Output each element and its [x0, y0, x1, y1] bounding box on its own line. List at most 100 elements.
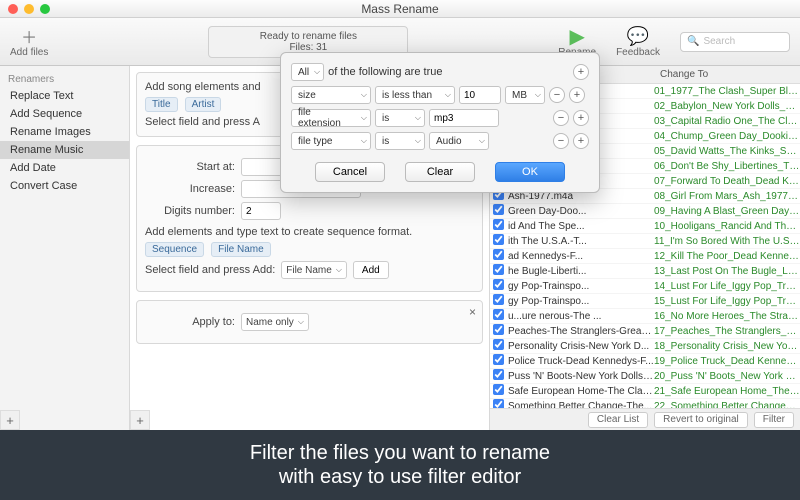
row-changeto: 20_Puss 'N' Boots_New York Dolls_Rock N …	[654, 371, 800, 382]
sidebar-item[interactable]: Convert Case	[0, 177, 129, 195]
apply-select[interactable]: Name only	[241, 313, 309, 331]
search-placeholder: Search	[703, 36, 735, 47]
sidebar-item[interactable]: Add Sequence	[0, 105, 129, 123]
digits-input[interactable]	[241, 202, 281, 220]
cancel-button[interactable]: Cancel	[315, 162, 385, 182]
table-row[interactable]: Green Day-Doo...09_Having A Blast_Green …	[490, 204, 800, 219]
sidebar-item[interactable]: Add Date	[0, 159, 129, 177]
tag-sequence[interactable]: Sequence	[145, 242, 204, 257]
rule-value[interactable]	[429, 109, 499, 127]
row-checkbox[interactable]	[493, 249, 504, 260]
row-changeto: 03_Capital Radio One_The Clash_Black Mar…	[654, 116, 800, 127]
row-original: Personality Crisis-New York D...	[508, 341, 654, 352]
row-checkbox[interactable]	[493, 369, 504, 380]
table-row[interactable]: he Bugle-Liberti...13_Last Post On The B…	[490, 264, 800, 279]
add-rule-icon[interactable]: +	[573, 64, 589, 80]
row-checkbox[interactable]	[493, 339, 504, 350]
row-original: gy Pop-Trainspo...	[508, 281, 654, 292]
table-row[interactable]: ith The U.S.A.-T...11_I'm So Bored With …	[490, 234, 800, 249]
row-changeto: 07_Forward To Death_Dead Kennedys_Fresh …	[654, 176, 800, 187]
rule-value-select[interactable]: Audio	[429, 132, 489, 150]
clear-list-button[interactable]: Clear List	[588, 412, 648, 428]
row-changeto: 08_Girl From Mars_Ash_1977.m4a	[654, 191, 800, 202]
row-original: Peaches-The Stranglers-Greate...	[508, 326, 654, 337]
row-checkbox[interactable]	[493, 294, 504, 305]
sidebar-header: Renamers	[0, 72, 129, 87]
ok-button[interactable]: OK	[495, 162, 565, 182]
feedback-button[interactable]: 💬 Feedback	[616, 25, 660, 58]
add-rule-icon[interactable]: +	[569, 87, 585, 103]
add-rule-icon[interactable]: +	[573, 110, 589, 126]
row-changeto: 19_Police Truck_Dead Kennedys_Fresh Frui…	[654, 356, 800, 367]
table-row[interactable]: Personality Crisis-New York D...18_Perso…	[490, 339, 800, 354]
match-select[interactable]: All	[291, 63, 324, 81]
table-row[interactable]: ad Kennedys-F...12_Kill The Poor_Dead Ke…	[490, 249, 800, 264]
match-text: of the following are true	[328, 66, 569, 78]
caption-line1: Filter the files you want to rename	[250, 441, 550, 465]
search-input[interactable]: 🔍 Search	[680, 32, 790, 52]
row-changeto: 05_David Watts_The Kinks_Something Else …	[654, 146, 800, 157]
row-changeto: 21_Safe European Home_The Clash_Give 'Em…	[654, 386, 800, 397]
label-start: Start at:	[145, 161, 235, 173]
remove-rule-icon[interactable]: −	[553, 110, 569, 126]
row-checkbox[interactable]	[493, 354, 504, 365]
row-checkbox[interactable]	[493, 234, 504, 245]
row-original: id And The Spe...	[508, 221, 654, 232]
rule-field[interactable]: file type	[291, 132, 371, 150]
row-checkbox[interactable]	[493, 324, 504, 335]
rule-field[interactable]: size	[291, 86, 371, 104]
tag-title[interactable]: Title	[145, 97, 178, 112]
row-original: Puss 'N' Boots-New York Dolls-...	[508, 371, 654, 382]
row-checkbox[interactable]	[493, 384, 504, 395]
row-changeto: 04_Chump_Green Day_Dookie.m4a	[654, 131, 800, 142]
close-icon[interactable]: ×	[469, 305, 476, 319]
row-checkbox[interactable]	[493, 279, 504, 290]
row-checkbox[interactable]	[493, 264, 504, 275]
sidebar-item[interactable]: Rename Music	[0, 141, 129, 159]
rule-op[interactable]: is	[375, 109, 425, 127]
add-rule-icon[interactable]: +	[573, 133, 589, 149]
rule-op[interactable]: is less than	[375, 86, 455, 104]
row-checkbox[interactable]	[493, 219, 504, 230]
rule-unit[interactable]: MB	[505, 86, 545, 104]
filter-button[interactable]: Filter	[754, 412, 794, 428]
row-changeto: 14_Lust For Life_Iggy Pop_Trainspotting.…	[654, 281, 800, 292]
clear-button[interactable]: Clear	[405, 162, 475, 182]
sidebar-item[interactable]: Replace Text	[0, 87, 129, 105]
row-changeto: 09_Having A Blast_Green Day_Dookie.m4a	[654, 206, 800, 217]
panel-case: × Apply to: Name only	[136, 300, 483, 344]
table-row[interactable]: Safe European Home-The Clas...21_Safe Eu…	[490, 384, 800, 399]
row-original: ith The U.S.A.-T...	[508, 236, 654, 247]
table-row[interactable]: gy Pop-Trainspo...14_Lust For Life_Iggy …	[490, 279, 800, 294]
row-checkbox[interactable]	[493, 204, 504, 215]
titlebar: Mass Rename	[0, 0, 800, 18]
remove-rule-icon[interactable]: −	[553, 133, 569, 149]
sidebar-item[interactable]: Rename Images	[0, 123, 129, 141]
table-row[interactable]: gy Pop-Trainspo...15_Lust For Life_Iggy …	[490, 294, 800, 309]
table-row[interactable]: u...ure nerous-The ...16_No More Heroes_…	[490, 309, 800, 324]
play-icon: ▶	[566, 25, 588, 47]
add-panel-button[interactable]: +	[130, 410, 150, 430]
remove-rule-icon[interactable]: −	[549, 87, 565, 103]
table-row[interactable]: Puss 'N' Boots-New York Dolls-...20_Puss…	[490, 369, 800, 384]
row-checkbox[interactable]	[493, 309, 504, 320]
row-changeto: 11_I'm So Bored With The U.S.A._The Clas…	[654, 236, 800, 247]
rule-op[interactable]: is	[375, 132, 425, 150]
table-row[interactable]: id And The Spe...10_Hooligans_Rancid And…	[490, 219, 800, 234]
tag-artist[interactable]: Artist	[185, 97, 222, 112]
table-row[interactable]: Peaches-The Stranglers-Greate...17_Peach…	[490, 324, 800, 339]
add-files-button[interactable]: ＋ Add files	[10, 25, 48, 58]
revert-button[interactable]: Revert to original	[654, 412, 748, 428]
add-button[interactable]: Add	[353, 261, 389, 279]
rule-field[interactable]: file extension	[291, 109, 371, 127]
caption-line2: with easy to use filter editor	[279, 465, 521, 489]
field-select[interactable]: File Name	[281, 261, 347, 279]
row-original: he Bugle-Liberti...	[508, 266, 654, 277]
add-renamer-button[interactable]: +	[0, 410, 20, 430]
table-row[interactable]: Police Truck-Dead Kennedys-F...19_Police…	[490, 354, 800, 369]
rule-value[interactable]	[459, 86, 501, 104]
tag-filename[interactable]: File Name	[211, 242, 271, 257]
row-changeto: 17_Peaches_The Stranglers_Greatest Hits …	[654, 326, 800, 337]
plus-icon: ＋	[18, 25, 40, 47]
speech-icon: 💬	[627, 25, 649, 47]
